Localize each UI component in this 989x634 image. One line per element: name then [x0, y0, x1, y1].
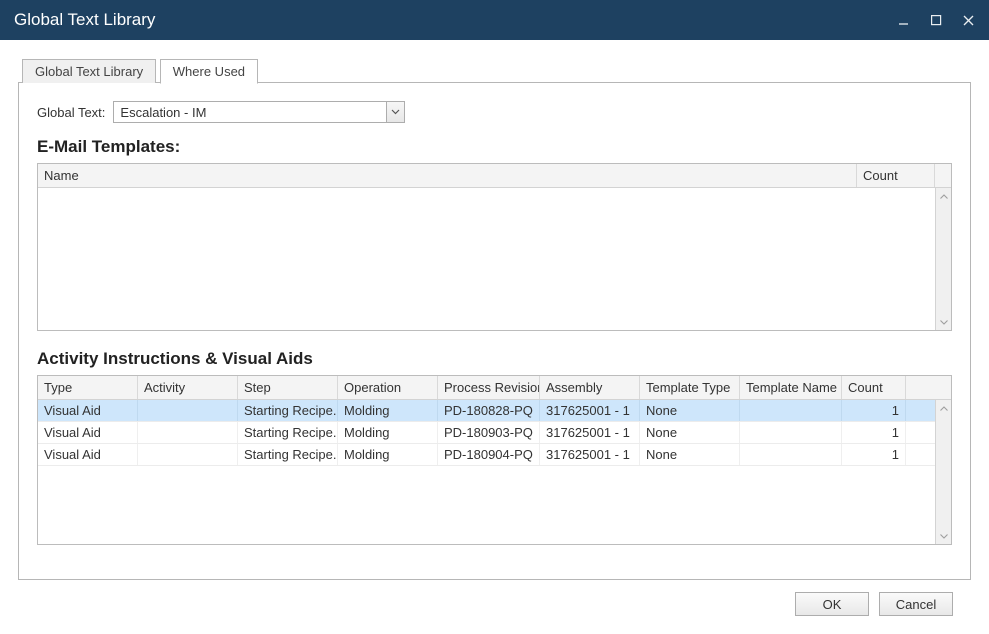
scroll-up-icon[interactable] — [936, 188, 951, 204]
activity-grid-header: Type Activity Step Operation Process Rev… — [38, 376, 951, 400]
maximize-button[interactable] — [929, 13, 943, 27]
col-activity[interactable]: Activity — [138, 376, 238, 399]
cell-assembly: 317625001 - 1 — [540, 422, 640, 443]
activity-grid-scrollbar[interactable] — [935, 400, 951, 544]
col-operation[interactable]: Operation — [338, 376, 438, 399]
email-grid-body — [38, 188, 951, 332]
col-step[interactable]: Step — [238, 376, 338, 399]
cell-template-name — [740, 444, 842, 465]
col-type[interactable]: Type — [38, 376, 138, 399]
ok-button[interactable]: OK — [795, 592, 869, 616]
cell-spacer — [906, 400, 922, 421]
cancel-button[interactable]: Cancel — [879, 592, 953, 616]
scroll-down-icon[interactable] — [936, 314, 951, 330]
col-name[interactable]: Name — [38, 164, 857, 187]
window-controls — [897, 13, 975, 27]
tab-strip: Global Text Library Where Used — [18, 58, 971, 82]
cell-template-name — [740, 400, 842, 421]
tab-content-where-used: Global Text: Escalation - IM E-Mail Temp… — [18, 82, 971, 580]
cell-type: Visual Aid — [38, 444, 138, 465]
cell-step: Starting Recipe... — [238, 422, 338, 443]
global-text-label: Global Text: — [37, 105, 105, 120]
cell-process-revision: PD-180828-PQ — [438, 400, 540, 421]
tab-where-used[interactable]: Where Used — [160, 59, 258, 84]
cell-template-name — [740, 422, 842, 443]
close-button[interactable] — [961, 13, 975, 27]
activity-grid[interactable]: Type Activity Step Operation Process Rev… — [37, 375, 952, 545]
email-grid-scrollbar[interactable] — [935, 188, 951, 330]
cell-step: Starting Recipe... — [238, 400, 338, 421]
global-text-value: Escalation - IM — [120, 105, 398, 120]
cell-process-revision: PD-180903-PQ — [438, 422, 540, 443]
cell-operation: Molding — [338, 444, 438, 465]
cell-count: 1 — [842, 400, 906, 421]
cell-process-revision: PD-180904-PQ — [438, 444, 540, 465]
cell-operation: Molding — [338, 422, 438, 443]
email-grid-header: Name Count — [38, 164, 951, 188]
col-assembly[interactable]: Assembly — [540, 376, 640, 399]
minimize-button[interactable] — [897, 13, 911, 27]
cell-step: Starting Recipe... — [238, 444, 338, 465]
tab-global-text-library[interactable]: Global Text Library — [22, 59, 156, 83]
cell-operation: Molding — [338, 400, 438, 421]
cell-spacer — [906, 444, 922, 465]
scroll-up-icon[interactable] — [936, 400, 951, 416]
cell-count: 1 — [842, 422, 906, 443]
cell-template-type: None — [640, 444, 740, 465]
cell-template-type: None — [640, 400, 740, 421]
email-templates-heading: E-Mail Templates: — [37, 137, 952, 157]
cell-activity — [138, 400, 238, 421]
email-templates-grid[interactable]: Name Count — [37, 163, 952, 331]
col-activity-spacer — [906, 376, 922, 399]
cell-spacer — [906, 422, 922, 443]
cell-type: Visual Aid — [38, 400, 138, 421]
table-row[interactable]: Visual Aid Starting Recipe...MoldingPD-18… — [38, 444, 951, 466]
cell-template-type: None — [640, 422, 740, 443]
cell-type: Visual Aid — [38, 422, 138, 443]
col-spacer — [935, 164, 951, 187]
col-template-name[interactable]: Template Name — [740, 376, 842, 399]
col-template-type[interactable]: Template Type — [640, 376, 740, 399]
window-title: Global Text Library — [14, 10, 155, 30]
activity-grid-body: Visual AidStarting Recipe...MoldingPD-18… — [38, 400, 951, 546]
table-row[interactable]: Visual Aid Starting Recipe...MoldingPD-18… — [38, 400, 951, 422]
col-count[interactable]: Count — [857, 164, 935, 187]
col-activity-count[interactable]: Count — [842, 376, 906, 399]
cell-count: 1 — [842, 444, 906, 465]
table-row[interactable]: Visual Aid Starting Recipe...MoldingPD-18… — [38, 422, 951, 444]
cell-activity — [138, 444, 238, 465]
chevron-down-icon[interactable] — [386, 102, 404, 122]
title-bar: Global Text Library — [0, 0, 989, 40]
client-area: Global Text Library Where Used Global Te… — [0, 40, 989, 624]
global-text-field: Global Text: Escalation - IM — [37, 101, 952, 123]
cell-assembly: 317625001 - 1 — [540, 444, 640, 465]
scroll-down-icon[interactable] — [936, 528, 951, 544]
cell-assembly: 317625001 - 1 — [540, 400, 640, 421]
cell-activity — [138, 422, 238, 443]
col-process-revision[interactable]: Process Revision — [438, 376, 540, 399]
global-text-dropdown[interactable]: Escalation - IM — [113, 101, 405, 123]
dialog-footer: OK Cancel — [18, 580, 971, 616]
activity-heading: Activity Instructions & Visual Aids — [37, 349, 952, 369]
